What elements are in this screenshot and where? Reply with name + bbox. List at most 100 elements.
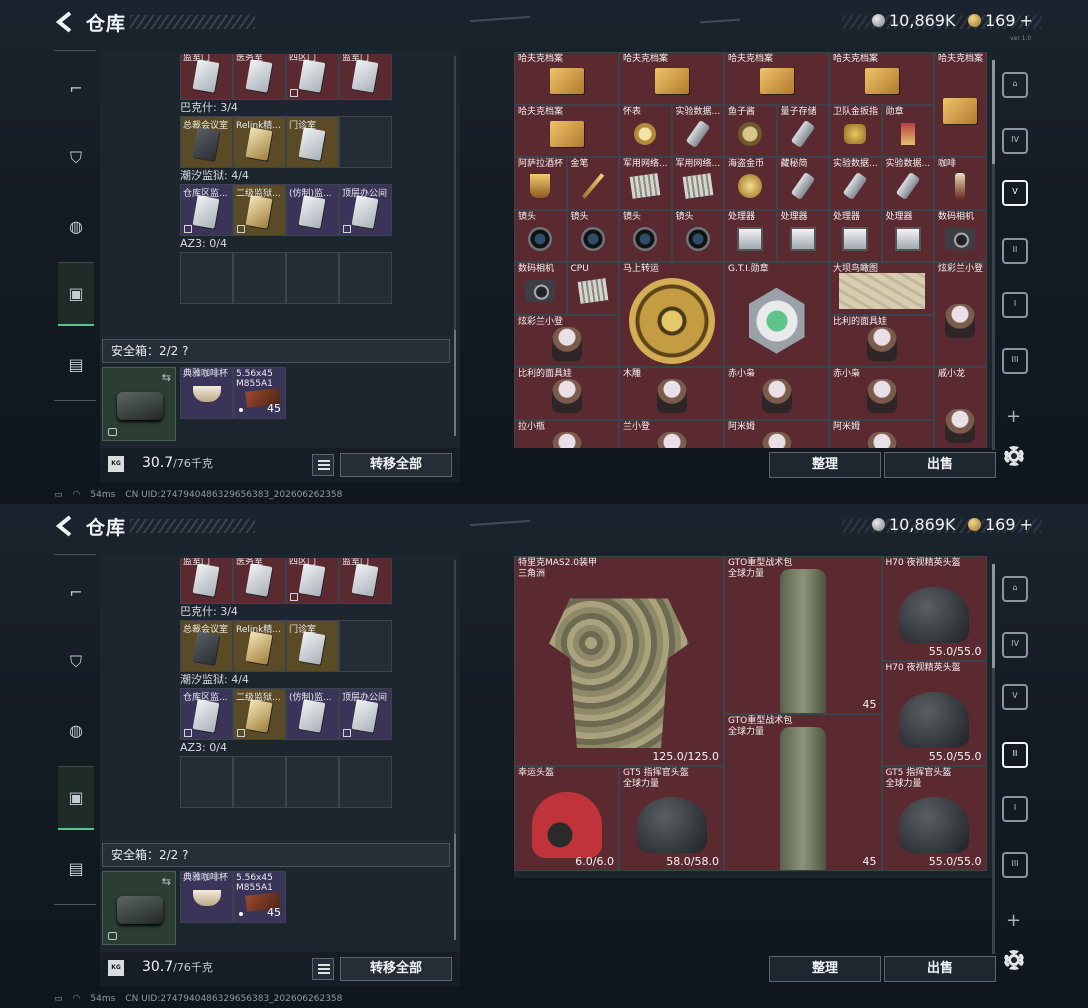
key-slot[interactable]: (仿制)监... (286, 184, 339, 236)
stash-item[interactable]: 哈夫克档案 (514, 104, 619, 157)
key-slot[interactable]: 医务室 (233, 558, 286, 604)
transfer-all-button[interactable]: 转移全部 (340, 453, 452, 477)
sell-button[interactable]: 出售 (884, 452, 996, 478)
key-slot-empty[interactable] (339, 116, 392, 168)
help-icon[interactable]: ? (182, 848, 188, 862)
key-slot[interactable]: 监室门 (339, 558, 392, 604)
stash-item[interactable]: GTO重型战术包 全球力量 45 (724, 556, 882, 714)
stash-item[interactable]: 镜头 (514, 209, 567, 262)
list-button[interactable] (312, 958, 334, 980)
stash-item[interactable]: GT5 指挥官头盔 全球力量 55.0/55.0 (881, 766, 987, 871)
back-icon[interactable] (55, 10, 73, 34)
stash-item[interactable]: 镜头 (671, 209, 724, 262)
safe-item-cup[interactable]: 典雅咖啡杯 (180, 367, 233, 419)
stash-item[interactable]: 处理器 (829, 209, 882, 262)
key-slot[interactable]: 仓库区监... (180, 688, 233, 740)
settings-gear-icon[interactable] (1004, 950, 1024, 970)
stash-item[interactable]: G.T.I.勋章 (724, 262, 829, 367)
stash-item[interactable]: 哈夫克档案 (724, 52, 829, 105)
key-slot[interactable]: 总裁会议室 (180, 620, 233, 672)
key-slot-empty[interactable] (286, 252, 339, 304)
key-slot[interactable]: 医务室 (233, 54, 286, 100)
sell-button[interactable]: 出售 (884, 956, 996, 982)
stash-item[interactable]: 阿米姆 (829, 419, 934, 448)
stash-tab-ii[interactable]: II (1002, 742, 1028, 768)
key-slot-empty[interactable] (339, 252, 392, 304)
helmet-icon[interactable]: ◍ (60, 714, 92, 746)
stash-item[interactable]: 哈夫克档案 (934, 52, 987, 157)
key-slot-empty[interactable] (180, 252, 233, 304)
toolbox-icon[interactable]: ▤ (60, 348, 92, 380)
stash-item[interactable]: 哈夫克档案 (619, 52, 724, 105)
stash-item[interactable]: 勋章 (881, 104, 934, 157)
settings-gear-icon[interactable] (1004, 446, 1024, 466)
stash-tab-iv[interactable]: IV (1002, 632, 1028, 658)
stash-item[interactable]: GT5 指挥官头盔 全球力量 58.0/58.0 (619, 766, 724, 871)
stash-item[interactable]: 处理器 (724, 209, 777, 262)
stash-tab-main[interactable]: ⌂ (1002, 576, 1028, 602)
key-slot-empty[interactable] (339, 756, 392, 808)
key-slot-empty[interactable] (180, 756, 233, 808)
stash-item[interactable]: 拉小瓶 (514, 419, 619, 448)
stash-tab-iii[interactable]: III (1002, 852, 1028, 878)
key-slot[interactable]: 监室门 (339, 54, 392, 100)
key-slot[interactable]: 总裁会议室 (180, 116, 233, 168)
key-slot[interactable]: 四区门 (286, 558, 339, 604)
key-slot[interactable]: 门诊室 (286, 116, 339, 168)
backpack-icon[interactable]: ▣ (58, 766, 94, 830)
gold-currency[interactable]: 169 + (968, 11, 1033, 30)
stash-tab-v[interactable]: V (1002, 684, 1028, 710)
stash-item[interactable]: 哈夫克档案 (829, 52, 934, 105)
transfer-all-button[interactable]: 转移全部 (340, 957, 452, 981)
stash-item[interactable]: 藏秘简 (776, 157, 829, 210)
key-slot[interactable]: 顶层办公间 (339, 688, 392, 740)
stash-item[interactable]: 实验数据... (671, 104, 724, 157)
key-slot-empty[interactable] (286, 756, 339, 808)
armor-icon[interactable]: ⛉ (60, 142, 92, 174)
stash-item[interactable]: GTO重型战术包 全球力量 45 (724, 713, 882, 871)
list-button[interactable] (312, 454, 334, 476)
stash-item[interactable]: 比利的面具娃 (829, 314, 934, 367)
add-tab-icon[interactable]: + (1006, 910, 1021, 931)
stash-item[interactable]: 幸运头盔 6.0/6.0 (514, 766, 619, 871)
stash-item[interactable]: 金笔 (566, 157, 619, 210)
stash-item[interactable]: 实验数据... (829, 157, 882, 210)
safe-item-cup[interactable]: 典雅咖啡杯 (180, 871, 233, 923)
silver-currency[interactable]: 10,869K (872, 11, 955, 30)
safe-box[interactable]: ⇆ (102, 367, 176, 441)
stash-item[interactable]: 大坝鸟瞰图 (829, 262, 934, 315)
stash-tab-iv[interactable]: IV (1002, 128, 1028, 154)
swap-icon[interactable]: ⇆ (162, 371, 171, 384)
add-tab-icon[interactable]: + (1006, 406, 1021, 427)
stash-item[interactable]: 怀表 (619, 104, 672, 157)
stash-item[interactable]: 炫彩兰小登 (934, 262, 987, 367)
silver-currency[interactable]: 10,869K (872, 515, 955, 534)
key-slot[interactable]: 二级监狱... (233, 184, 286, 236)
add-currency-button[interactable]: + (1020, 11, 1033, 30)
stash-item[interactable]: 兰小登 (619, 419, 724, 448)
stash-item[interactable]: 处理器 (776, 209, 829, 262)
key-slot[interactable]: (仿制)监... (286, 688, 339, 740)
key-slot[interactable]: 顶层办公间 (339, 184, 392, 236)
stash-item[interactable]: 军用网络... (619, 157, 672, 210)
key-slot-empty[interactable] (233, 252, 286, 304)
key-slot-empty[interactable] (339, 620, 392, 672)
stash-item[interactable]: 海盗金币 (724, 157, 777, 210)
sort-button[interactable]: 整理 (769, 956, 881, 982)
stash-item[interactable]: 马上转运 (619, 262, 724, 367)
key-slot[interactable]: Relink精... (233, 620, 286, 672)
stash-item[interactable]: CPU (566, 262, 619, 315)
stash-item[interactable]: 处理器 (881, 209, 934, 262)
stash-item[interactable]: H70 夜视精英头盔 55.0/55.0 (881, 556, 987, 661)
stash-tab-iii[interactable]: III (1002, 348, 1028, 374)
stash-tab-v[interactable]: V (1002, 180, 1028, 206)
safe-box[interactable]: ⇆ (102, 871, 176, 945)
backpack-icon[interactable]: ▣ (58, 262, 94, 326)
safe-item-ammo[interactable]: 5.56x45 M855A1 45 (233, 871, 286, 923)
stash-item[interactable]: 阿米姆 (724, 419, 829, 448)
gun-icon[interactable]: ⌐ (60, 72, 92, 104)
stash-item[interactable]: 镜头 (619, 209, 672, 262)
gold-currency[interactable]: 169 + (968, 515, 1033, 534)
stash-item[interactable]: 卫队金扳指 (829, 104, 882, 157)
stash-item[interactable]: 赤小枭 (724, 367, 829, 420)
